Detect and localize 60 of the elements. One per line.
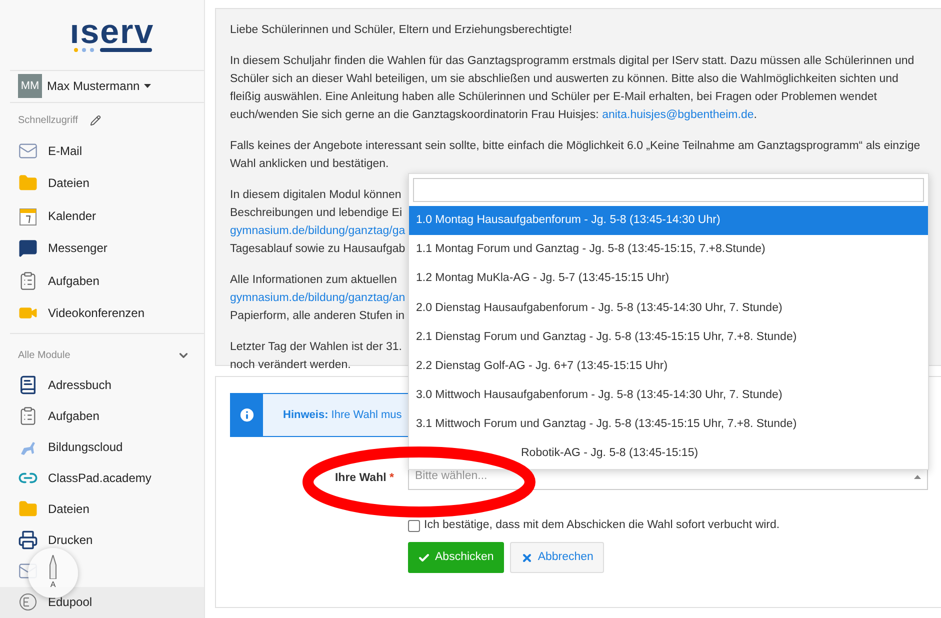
sidebar-item[interactable]: Dateien [48, 500, 90, 518]
sidebar-item[interactable]: Bildungscloud [48, 438, 123, 456]
cancel-button[interactable]: Abbrechen [510, 542, 604, 574]
search-field[interactable] [413, 178, 924, 202]
book-icon [18, 374, 38, 395]
logo-underline-icon [72, 46, 152, 53]
select-placeholder: Bitte wählen... [415, 469, 488, 484]
notice-text: Hinweis: Ihre Wahl mus [283, 408, 402, 423]
sidebar-item[interactable]: Videokonferenzen [48, 304, 145, 322]
body-text-line: Papierform, alle anderen Stufen in [230, 309, 405, 324]
edit-icon[interactable] [90, 115, 101, 126]
body-text-line: Alle Informationen zum aktuellen [230, 273, 397, 288]
section-heading: Schnellzugriff [18, 114, 78, 128]
clipboard-icon [18, 406, 38, 426]
calendar-icon [18, 206, 38, 226]
body-text-line: In diesem digitalen Modul können [230, 188, 402, 203]
check-icon [418, 552, 430, 564]
sidebar-item[interactable]: Kalender [48, 206, 96, 225]
caret-icon [144, 84, 151, 88]
sidebar-item[interactable]: Messenger [48, 239, 108, 258]
user-avatar: MM [18, 74, 42, 98]
sidebar-item[interactable]: E-Mail [48, 142, 82, 160]
close-icon [520, 552, 533, 564]
section-heading: Alle Module [18, 348, 70, 363]
sidebar-item[interactable]: Aufgaben [48, 272, 100, 290]
dropdown-option[interactable]: 2.1 Dienstag Forum und Ganztag - Jg. 5-8 (13:45-15:15 Uhr, 7.+8. Stunde) [409, 322, 928, 352]
dropdown-option[interactable]: 1.2 Montag MuKla-AG - Jg. 5-7 (13:45-15:15 Uhr) [409, 264, 928, 294]
link[interactable]: gymnasium.de/bildung/ganztag/an [230, 289, 406, 307]
sidebar-item[interactable]: Aufgaben [48, 406, 100, 425]
user-menu[interactable]: Max Mustermann [47, 77, 151, 96]
sidebar-item[interactable]: Dateien [48, 174, 90, 192]
checkbox-label: Ich bestätige, dass mit dem Abschicken die Wahl sofort verbucht wird. [424, 518, 780, 533]
field-label: Ihre Wahl * [334, 472, 394, 484]
body-text-line: Letzter Tag der Wahlen ist der 31. [230, 340, 402, 355]
dropdown-option[interactable]: 3.1 Mittwoch Forum und Ganztag - Jg. 5-8 (13:45-15:15 Uhr, 7.+8. Stunde) [409, 410, 928, 440]
body-text-line: noch verändert werden. [230, 358, 351, 373]
dropdown-option[interactable]: 2.0 Dienstag Hausaufgabenforum - Jg. 5-8 (13:45-14:30 Uhr, 7. Stunde) [409, 294, 928, 323]
body-paragraph: In diesem Schuljahr finden die Wahlen für das Ganztagsprogramm erstmals digital per IServ statt. Dazu müssen alle Schülerinnen und Schüler sich an dieser Wahl beteiligen, um sie abschließen und auswerten zu können. Bitte also die Wahlmöglichkeiten sichten und fleißig auswählen. Eine Anleitung haben alle Schülerinnen und Schüler per E-Mail erhalten, bei Fragen oder Problemen wendet euch/wenden Sie sich gerne an die Ganztagskoordinatorin Frau Huisjes: anita.huisjes@bgbentheim.de. [230, 54, 916, 123]
pen-icon [49, 555, 57, 579]
email-link[interactable]: anita.huisjes@bgbentheim.de [602, 109, 754, 121]
pen-letter: A [50, 579, 56, 591]
sidebar-item[interactable]: Drucken [48, 531, 93, 550]
dropdown-option[interactable]: 3.0 Mittwoch Hausaufgabenforum - Jg. 5-8 (13:45-14:30 Uhr, 7. Stunde) [409, 381, 928, 410]
printer-icon [18, 530, 38, 550]
chat-bubbles-icon [18, 238, 38, 258]
dropdown-option[interactable]: 2.2 Dienstag Golf-AG - Jg. 6+7 (13:45-15:15 Uhr) [409, 352, 928, 382]
dropdown-option[interactable]: 1.0 Montag Hausaufgabenforum - Jg. 5-8 (13:45-14:30 Uhr) [409, 206, 928, 236]
body-text-line: Beschreibungen und lebendige Ei [230, 206, 402, 221]
greeting-text: Liebe Schülerinnen und Schüler, Eltern und Erziehungsberechtigte! [230, 23, 574, 38]
body-text-line: Tagesablauf sowie zu Hausaufgab [230, 242, 406, 257]
logo: ıserv [70, 16, 154, 47]
sidebar-item[interactable]: ClassPad.academy [48, 469, 152, 488]
edupool-logo-icon [18, 592, 38, 612]
sidebar-item[interactable]: Adressbuch [48, 376, 112, 394]
clipboard-icon [18, 270, 38, 291]
checkbox[interactable] [408, 520, 420, 532]
info-icon [238, 406, 256, 424]
link[interactable]: gymnasium.de/bildung/ganztag/ga [230, 222, 406, 240]
dropdown-option[interactable]: 1.1 Montag Forum und Ganztag - Jg. 5-8 (13:45-15:15, 7.+8.Stunde) [409, 235, 928, 264]
body-paragraph: Falls keines der Angebote interessant sein sollte, bitte einfach die Möglichkeit 6.0 „Keine Teilnahme am Ganztagsprogramm“ als einzige Wahl anklicken und bestätigen. [230, 139, 922, 172]
